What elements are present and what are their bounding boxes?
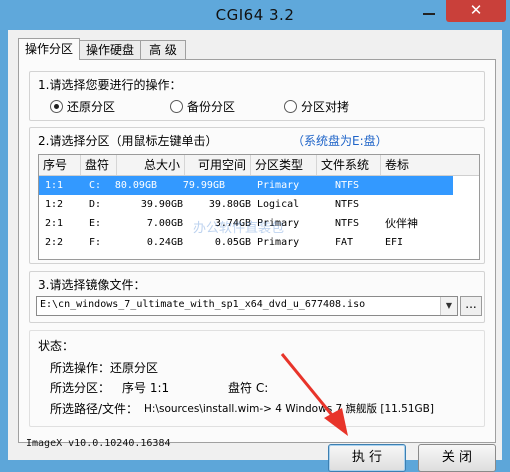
cell-index: 2:2 xyxy=(45,237,64,248)
status-partition-label: 所选分区： xyxy=(50,381,111,395)
radio-checked-icon xyxy=(50,99,63,113)
cell-index: 1:2 xyxy=(45,199,64,210)
radio-backup-label: 备份分区 xyxy=(187,99,236,114)
cell-fs: NTFS xyxy=(335,199,360,210)
status-path-value: H:\sources\install.wim-> 4 Windows 7 旗舰版… xyxy=(144,403,434,415)
image-file-dropdown[interactable]: E:\cn_windows_7_ultimate_with_sp1_x64_dv… xyxy=(36,296,458,316)
cell-total: 39.90GB xyxy=(140,199,183,210)
partition-group-label: 2.请选择分区（用鼠标左键单击） xyxy=(38,134,218,148)
title-bar: CGI64 3.2 ✕ xyxy=(0,0,510,30)
cell-free: 0.05GB xyxy=(214,237,251,248)
radio-unchecked-icon xyxy=(170,99,183,113)
tab-operate-disk[interactable]: 操作硬盘 xyxy=(79,40,141,59)
close-window-button[interactable]: ✕ xyxy=(446,0,506,22)
operation-group: 1.请选择您要进行的操作： 还原分区 备份分区 分区对拷 xyxy=(29,71,485,121)
browse-button[interactable]: ... xyxy=(460,296,482,316)
column-header[interactable]: 序号 xyxy=(39,155,81,175)
cell-index: 2:1 xyxy=(45,218,64,229)
radio-restore[interactable]: 还原分区 xyxy=(50,98,115,114)
cell-drive: D: xyxy=(89,199,102,210)
partition-group: 2.请选择分区（用鼠标左键单击） （系统盘为E:盘） 序号 盘符 总大小 可用空… xyxy=(29,127,485,264)
column-header[interactable]: 卷标 xyxy=(381,155,479,175)
column-header[interactable]: 总大小 xyxy=(117,155,185,175)
image-file-label: 3.请选择镜像文件： xyxy=(38,278,146,292)
cell-drive: F: xyxy=(89,237,102,248)
column-header[interactable]: 分区类型 xyxy=(251,155,317,175)
window-client-area: 操作分区 操作硬盘 高 级 1.请选择您要进行的操作： 还原分区 备份分区 分区… xyxy=(8,30,502,472)
status-operation-value: 还原分区 xyxy=(110,361,159,375)
cell-total: 80.09GB xyxy=(114,180,157,191)
status-path-label: 所选路径/文件： xyxy=(50,402,139,416)
table-row[interactable]: 1:1 C: 80.09GB 79.99GB Primary NTFS xyxy=(39,176,453,195)
cell-type: Logical xyxy=(257,199,300,210)
chevron-down-icon[interactable]: ▼ xyxy=(440,297,457,315)
execute-button[interactable]: 执 行 xyxy=(328,444,406,472)
cell-free: 79.99GB xyxy=(182,180,225,191)
cell-total: 7.00GB xyxy=(146,218,183,229)
status-group: 状态： 所选操作： 还原分区 所选分区： 序号 1:1 盘符 C: 所选路径/文… xyxy=(29,330,485,427)
radio-backup[interactable]: 备份分区 xyxy=(170,98,235,114)
cell-type: Primary xyxy=(257,237,300,248)
operation-group-label: 1.请选择您要进行的操作： xyxy=(38,78,182,92)
table-row[interactable]: 2:1 E: 7.00GB 3.74GB Primary NTFS 伙伴神 xyxy=(39,214,479,233)
partition-table[interactable]: 序号 盘符 总大小 可用空间 分区类型 文件系统 卷标 1:1 C: 80.09… xyxy=(38,154,480,260)
cell-index: 1:1 xyxy=(45,180,64,191)
tab-operate-partition[interactable]: 操作分区 xyxy=(18,38,80,60)
radio-copy-label: 分区对拷 xyxy=(301,99,350,114)
minimize-button[interactable] xyxy=(412,0,446,22)
image-file-path: E:\cn_windows_7_ultimate_with_sp1_x64_dv… xyxy=(40,299,366,310)
system-disk-note: （系统盘为E:盘） xyxy=(292,134,388,148)
cell-label: 伙伴神 xyxy=(385,217,418,230)
cell-free: 3.74GB xyxy=(214,218,251,229)
status-drive: 盘符 C: xyxy=(228,381,269,395)
cell-label: EFI xyxy=(385,237,404,248)
table-header: 序号 盘符 总大小 可用空间 分区类型 文件系统 卷标 xyxy=(39,155,479,176)
status-heading: 状态： xyxy=(38,339,75,353)
tab-panel: 1.请选择您要进行的操作： 还原分区 备份分区 分区对拷 2.请选择分区（用鼠标… xyxy=(18,59,496,443)
cell-type: Primary xyxy=(257,180,300,191)
radio-copy[interactable]: 分区对拷 xyxy=(284,98,349,114)
cell-type: Primary xyxy=(257,218,300,229)
cell-drive: E: xyxy=(89,218,102,229)
tab-advanced[interactable]: 高 级 xyxy=(140,40,186,59)
radio-restore-label: 还原分区 xyxy=(67,99,116,114)
radio-unchecked-icon xyxy=(284,99,297,113)
table-row[interactable]: 1:2 D: 39.90GB 39.80GB Logical NTFS xyxy=(39,195,479,214)
status-index: 序号 1:1 xyxy=(122,381,170,395)
table-row[interactable]: 2:2 F: 0.24GB 0.05GB Primary FAT EFI xyxy=(39,233,479,252)
cell-drive: C: xyxy=(89,180,102,191)
column-header[interactable]: 文件系统 xyxy=(317,155,381,175)
cell-free: 39.80GB xyxy=(208,199,251,210)
cell-total: 0.24GB xyxy=(146,237,183,248)
column-header[interactable]: 盘符 xyxy=(81,155,117,175)
cell-fs: FAT xyxy=(335,237,354,248)
version-text: ImageX v10.0.10240.16384 xyxy=(26,438,171,449)
cell-fs: NTFS xyxy=(335,218,360,229)
cell-fs: NTFS xyxy=(335,180,360,191)
column-header[interactable]: 可用空间 xyxy=(185,155,251,175)
image-file-group: 3.请选择镜像文件： E:\cn_windows_7_ultimate_with… xyxy=(29,271,485,323)
close-button[interactable]: 关 闭 xyxy=(418,444,496,472)
status-operation-label: 所选操作： xyxy=(50,361,111,375)
